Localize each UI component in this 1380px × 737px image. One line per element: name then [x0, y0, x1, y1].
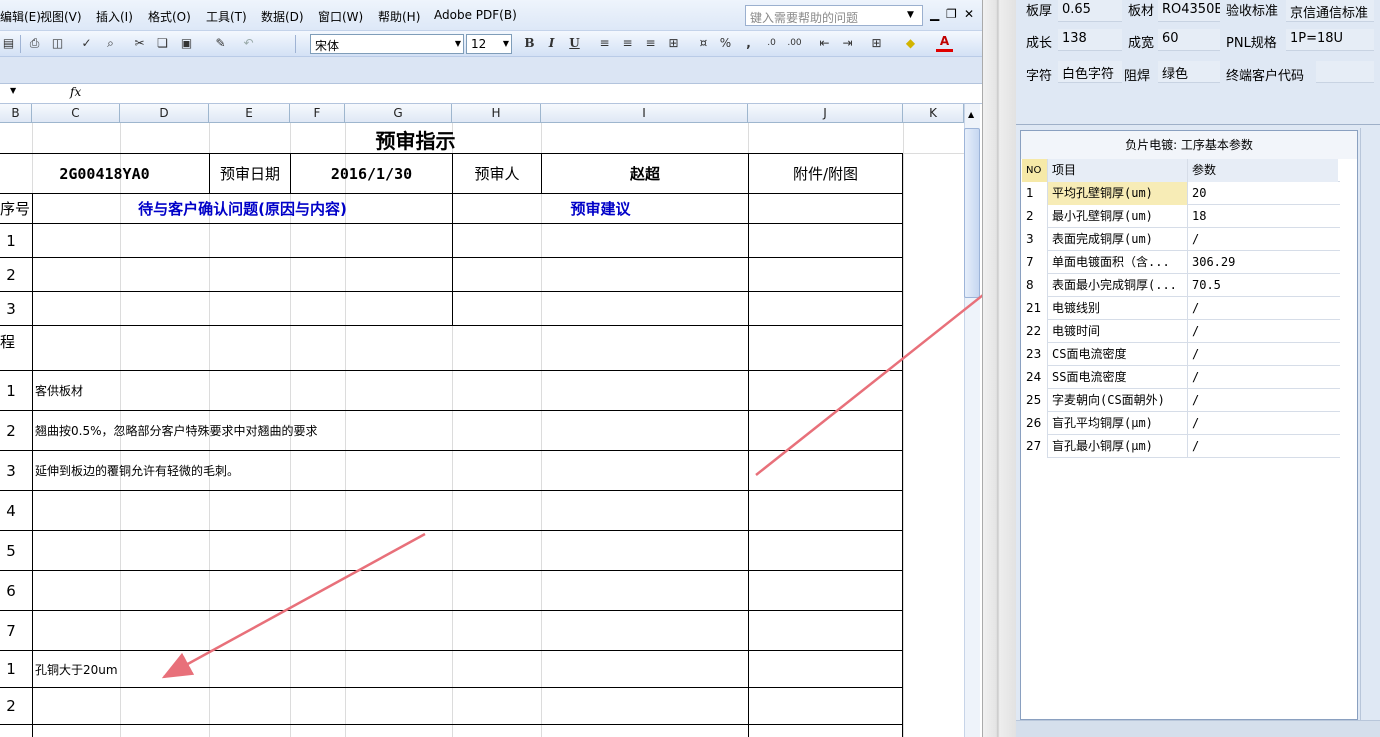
param-value[interactable]: / [1188, 366, 1338, 389]
param-no: 21 [1022, 297, 1048, 320]
param-row[interactable]: 26 盲孔平均铜厚(μm) / [1022, 412, 1340, 435]
param-no: 7 [1022, 251, 1048, 274]
param-value[interactable]: / [1188, 343, 1338, 366]
param-row[interactable]: 8 表面最小完成铜厚(... 70.5 [1022, 274, 1340, 297]
field-label: 成长 [1026, 36, 1053, 51]
param-no: 27 [1022, 435, 1048, 458]
column-header[interactable]: 项目 [1048, 159, 1188, 182]
param-row[interactable]: 27 盲孔最小铜厚(μm) / [1022, 435, 1340, 458]
param-item: CS面电流密度 [1048, 343, 1188, 366]
param-header-row: NO 项目 参数 [1022, 159, 1340, 182]
param-value[interactable]: 70.5 [1188, 274, 1338, 297]
param-item: 电镀线别 [1048, 297, 1188, 320]
field-label: 终端客户代码 [1226, 69, 1305, 84]
field-value[interactable]: 0.65 [1058, 0, 1122, 22]
param-row[interactable]: 2 最小孔壁铜厚(um) 18 [1022, 205, 1340, 228]
param-item: 表面最小完成铜厚(... [1048, 274, 1188, 297]
param-item: 表面完成铜厚(um) [1048, 228, 1188, 251]
param-row[interactable]: 23 CS面电流密度 / [1022, 343, 1340, 366]
param-no: 26 [1022, 412, 1048, 435]
field-value[interactable]: 138 [1058, 29, 1122, 51]
param-row[interactable]: 25 字麦朝向(CS面朝外) / [1022, 389, 1340, 412]
field-label: 板材 [1128, 4, 1155, 19]
field-value[interactable]: 绿色 [1158, 61, 1220, 83]
param-grid-title: 负片电镀: 工序基本参数 [1021, 131, 1357, 159]
param-item: 电镀时间 [1048, 320, 1188, 343]
param-value[interactable]: / [1188, 389, 1338, 412]
horizontal-scrollbar[interactable] [1016, 720, 1380, 737]
param-row[interactable]: 22 电镀时间 / [1022, 320, 1340, 343]
field-label: 成宽 [1128, 36, 1155, 51]
field-value[interactable]: 京信通信标准 [1286, 0, 1374, 22]
param-no: 23 [1022, 343, 1048, 366]
field-value[interactable]: RO4350B [1158, 0, 1220, 22]
param-row[interactable]: 1 平均孔壁铜厚(um) 20 [1022, 182, 1340, 205]
param-item: 平均孔壁铜厚(um) [1048, 182, 1188, 205]
field-value[interactable]: 白色字符 [1058, 61, 1122, 83]
param-no: 1 [1022, 182, 1048, 205]
param-no: 8 [1022, 274, 1048, 297]
param-item: SS面电流密度 [1048, 366, 1188, 389]
field-value[interactable]: 1P=18U [1286, 29, 1374, 51]
param-value[interactable]: 18 [1188, 205, 1338, 228]
param-no: 25 [1022, 389, 1048, 412]
param-row[interactable]: 24 SS面电流密度 / [1022, 366, 1340, 389]
param-row[interactable]: 7 单面电镀面积（含... 306.29 [1022, 251, 1340, 274]
param-item: 单面电镀面积（含... [1048, 251, 1188, 274]
param-value[interactable]: / [1188, 412, 1338, 435]
param-value[interactable]: 306.29 [1188, 251, 1338, 274]
param-item: 盲孔最小铜厚(μm) [1048, 435, 1188, 458]
field-label: PNL规格 [1226, 36, 1277, 51]
param-no: 2 [1022, 205, 1048, 228]
param-value[interactable]: 20 [1188, 182, 1338, 205]
annotation-arrow [161, 532, 426, 679]
field-label: 阻焊 [1124, 69, 1151, 84]
field-label: 验收标准 [1226, 4, 1279, 19]
param-item: 最小孔壁铜厚(um) [1048, 205, 1188, 228]
field-label: 字符 [1026, 69, 1053, 84]
field-value[interactable]: 60 [1158, 29, 1220, 51]
param-item: 字麦朝向(CS面朝外) [1048, 389, 1188, 412]
param-no: 22 [1022, 320, 1048, 343]
param-no: 3 [1022, 228, 1048, 251]
panel-divider [1016, 124, 1380, 125]
field-value[interactable] [1316, 61, 1374, 83]
param-value[interactable]: / [1188, 297, 1338, 320]
param-value[interactable]: / [1188, 320, 1338, 343]
param-row[interactable]: 21 电镀线别 / [1022, 297, 1340, 320]
param-item: 盲孔平均铜厚(μm) [1048, 412, 1188, 435]
window-splitter[interactable] [982, 0, 1016, 737]
param-row[interactable]: 3 表面完成铜厚(um) / [1022, 228, 1340, 251]
param-no: 24 [1022, 366, 1048, 389]
field-label: 板厚 [1026, 4, 1053, 19]
column-header[interactable]: NO [1022, 159, 1048, 182]
column-header[interactable]: 参数 [1188, 159, 1338, 182]
param-value[interactable]: / [1188, 435, 1338, 458]
panel-side-strip [1360, 128, 1380, 737]
param-value[interactable]: / [1188, 228, 1338, 251]
